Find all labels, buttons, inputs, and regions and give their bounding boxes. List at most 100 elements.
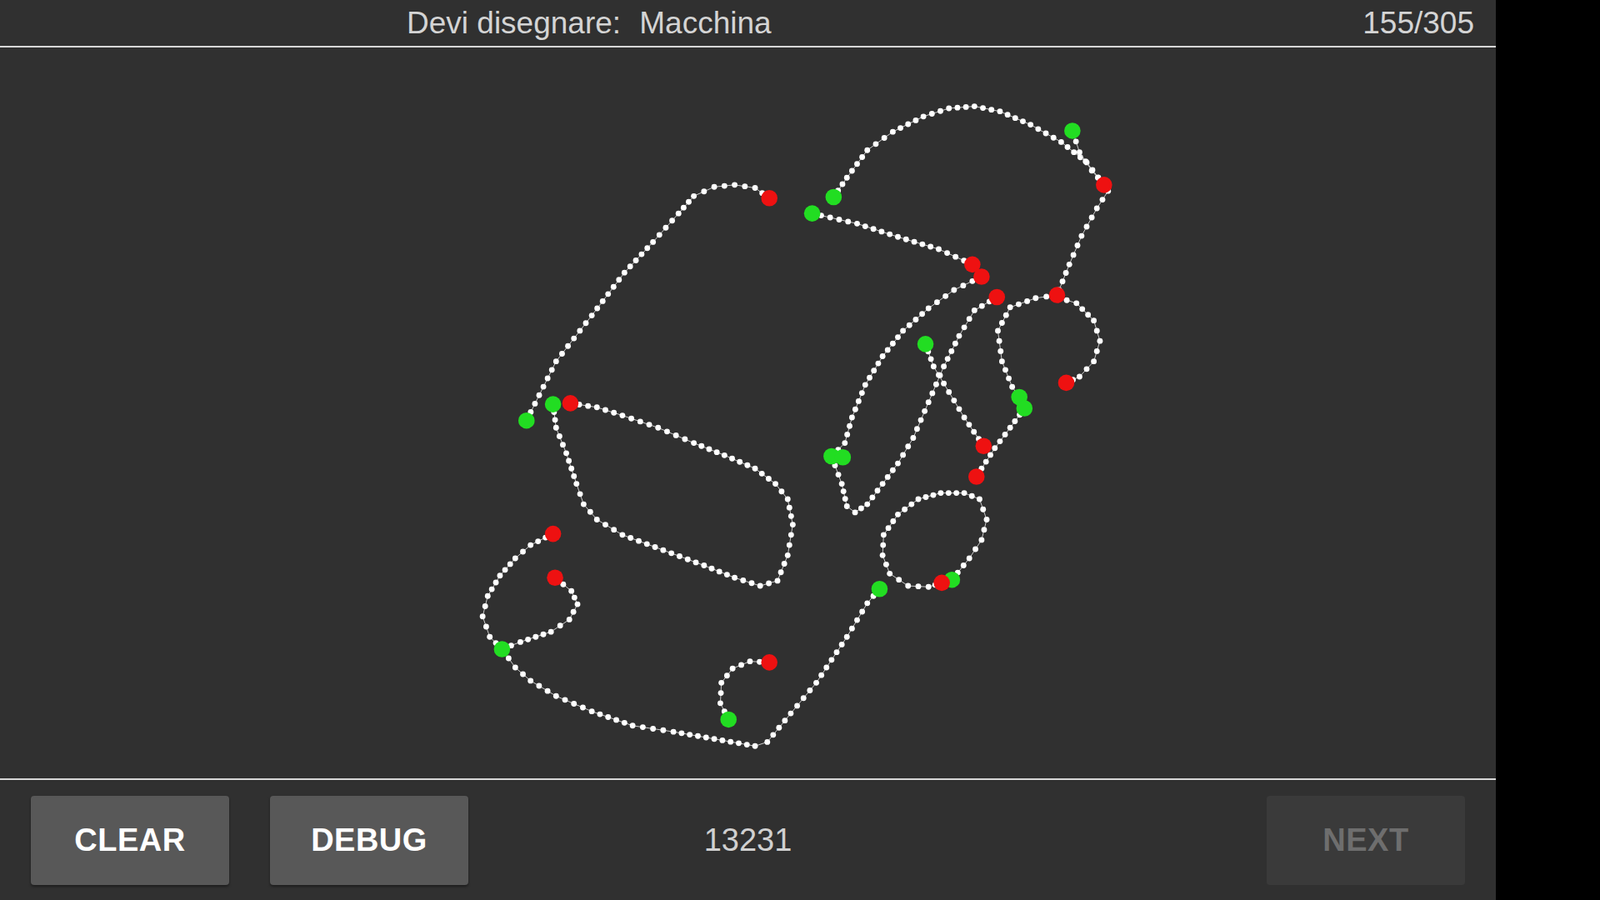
stroke-point [594,404,600,410]
stroke-point [786,542,793,549]
stroke-point [1063,270,1070,276]
stroke [523,181,772,424]
stroke-point [1075,242,1081,249]
stroke-point [846,423,853,430]
stroke-point [741,183,748,190]
stroke-point [987,451,994,458]
stroke-point [686,731,693,738]
stroke [880,490,990,590]
stroke-point [1011,418,1018,425]
stroke-point [997,108,1004,115]
stroke [973,405,1027,480]
drawing[interactable] [0,47,1496,779]
stroke-point [885,474,891,480]
action-button[interactable]: DEBUG [270,795,469,885]
stroke-point [844,431,850,438]
stroke-start-marker [1016,400,1034,417]
stroke-end-marker [975,437,993,455]
stroke-point [1002,431,1009,438]
stroke-point [650,239,656,245]
stroke-point [553,693,560,700]
stroke-point [886,231,893,238]
stroke-point [520,549,526,555]
stroke-point [695,733,701,740]
stroke-line [831,276,997,513]
stroke-point [693,559,700,565]
stroke-point [736,459,743,465]
stroke-point [960,282,966,289]
stroke-point [1007,425,1014,431]
stroke-point [540,384,547,390]
stroke-point [669,217,675,224]
stroke-point [1090,358,1097,365]
stroke-point [719,737,725,744]
stroke-point [885,525,892,531]
stroke-point [536,392,543,399]
stroke-point [930,363,937,370]
stroke-point [910,435,916,441]
stroke-point [637,418,644,425]
stroke-point [628,415,635,422]
stroke-point [881,135,888,141]
stroke-point [944,250,950,256]
stroke-point [849,625,855,632]
stroke-point [716,568,723,575]
stroke-point [1032,295,1039,301]
stroke-point [1070,251,1077,258]
stroke-point [557,622,564,629]
stroke-point [1096,338,1103,345]
stroke-point [1079,305,1085,312]
stroke-point [724,571,730,578]
stroke-point [895,234,901,240]
stroke-point [995,328,1001,335]
stroke-point [1094,205,1100,212]
stroke-point [840,181,846,188]
stroke-point [859,609,865,615]
stroke-point [1100,196,1106,203]
stroke-point [655,425,661,431]
stroke-point [675,210,682,217]
stroke-point [700,562,707,569]
stroke-point [594,305,600,312]
stroke-point [800,695,807,701]
stroke-point [568,465,575,472]
stroke-point [991,445,998,451]
drawing-canvas[interactable] [0,47,1496,780]
action-button[interactable]: CLEAR [30,795,230,885]
stroke-start-marker [804,205,821,222]
next-button[interactable]: NEXT [1266,795,1465,885]
stroke-point [485,593,491,600]
stroke-point [945,105,952,112]
stroke-point [1070,149,1077,155]
stroke-point [1082,158,1089,165]
stroke-point [664,428,670,435]
stroke-point [890,467,896,474]
stroke-point [613,716,620,723]
stroke-point [757,583,764,590]
stroke-point [1015,301,1022,308]
stroke-point [563,450,570,456]
stroke-point [600,298,606,305]
stroke-point [842,495,849,502]
stroke-point [560,441,566,448]
stroke-point [775,577,781,584]
stroke-point [1076,374,1083,380]
stroke-point [678,730,685,736]
stroke-point [1073,300,1080,306]
stroke-point [615,276,622,283]
stroke-point [1084,224,1090,230]
stroke-point [880,480,886,487]
stroke-point [730,665,736,672]
stroke-point [482,603,489,610]
stroke-point [864,600,870,606]
stroke-point [937,108,944,115]
stroke-point [858,505,865,512]
stroke-point [950,287,957,294]
stroke-line [1056,130,1108,295]
stroke-point [721,183,728,190]
stroke-point [525,636,531,643]
stroke-point [956,333,963,340]
stroke-point [570,609,577,615]
stroke-point [1012,115,1019,121]
stroke-point [988,106,995,113]
